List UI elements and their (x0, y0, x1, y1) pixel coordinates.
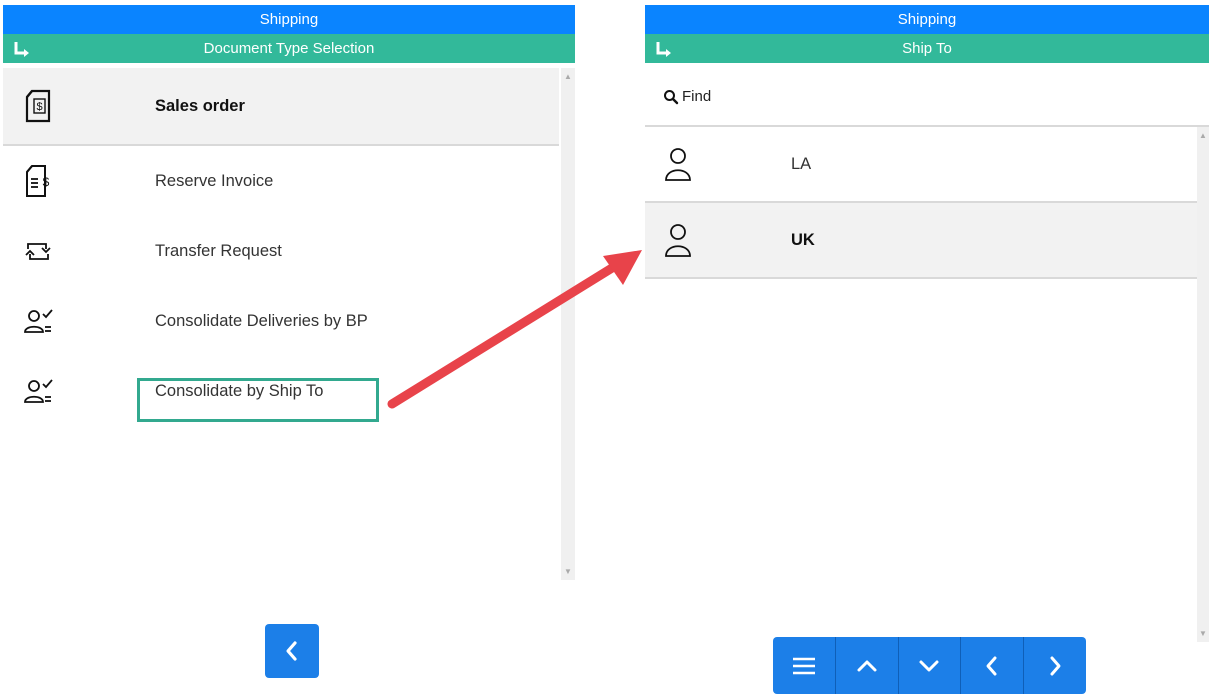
vertical-scrollbar[interactable]: ▲ ▼ (561, 68, 575, 580)
navigation-toolbar (773, 637, 1086, 694)
list-item-uk[interactable]: UK (645, 203, 1197, 279)
list-item-label: Sales order (155, 96, 245, 115)
list-item-label: LA (791, 154, 812, 173)
screen-title: Document Type Selection (203, 40, 375, 57)
return-arrow-icon[interactable] (654, 34, 674, 63)
find-field[interactable]: Find (645, 68, 1209, 127)
list-item-consolidate-deliveries-bp[interactable]: Consolidate Deliveries by BP (3, 286, 559, 356)
document-type-screen: Shipping Document Type Selection $ Sales… (3, 5, 575, 580)
list-item-label: Transfer Request (155, 241, 282, 260)
app-title-bar: Shipping (3, 5, 575, 34)
app-title: Shipping (897, 11, 957, 28)
screen-title: Ship To (902, 40, 952, 57)
ship-to-list: LA UK (645, 127, 1197, 642)
list-item-reserve-invoice[interactable]: $ Reserve Invoice (3, 146, 559, 216)
chevron-left-icon (286, 641, 297, 661)
scroll-down-arrow-icon[interactable]: ▼ (1197, 629, 1209, 638)
document-type-list: $ Sales order $ Reserve Invoice Transfer… (3, 68, 559, 580)
list-item-label: UK (791, 230, 815, 249)
document-dollar-icon: $ (25, 89, 51, 123)
chevron-right-icon (1050, 656, 1061, 675)
screen-header: Ship To (645, 34, 1209, 63)
move-down-button[interactable] (899, 637, 962, 694)
find-label: Find (682, 88, 712, 105)
list-item-transfer-request[interactable]: Transfer Request (3, 216, 559, 286)
highlight-box (137, 378, 379, 422)
list-item-label: Consolidate Deliveries by BP (155, 311, 368, 330)
ship-to-screen: Shipping Ship To Find LA UK ▲ ▼ (645, 5, 1209, 642)
user-check-icon (24, 309, 53, 333)
chevron-left-icon (986, 656, 997, 675)
chevron-up-icon (857, 660, 877, 671)
return-arrow-icon[interactable] (12, 34, 32, 63)
app-title: Shipping (259, 11, 319, 28)
scroll-up-arrow-icon[interactable]: ▲ (561, 72, 575, 81)
svg-text:$: $ (43, 175, 50, 189)
scroll-down-arrow-icon[interactable]: ▼ (561, 567, 575, 576)
list-item-sales-order[interactable]: $ Sales order (3, 68, 559, 146)
scroll-up-arrow-icon[interactable]: ▲ (1197, 131, 1209, 140)
screen-header: Document Type Selection (3, 34, 575, 63)
next-button[interactable] (1024, 637, 1086, 694)
user-check-icon (24, 379, 53, 403)
list-item-label: Reserve Invoice (155, 171, 274, 190)
transfer-icon (25, 243, 51, 260)
menu-button[interactable] (773, 637, 836, 694)
svg-text:$: $ (36, 101, 42, 113)
app-title-bar: Shipping (645, 5, 1209, 34)
search-icon (664, 89, 679, 104)
chevron-down-icon (919, 660, 939, 671)
back-button[interactable] (265, 624, 319, 678)
menu-icon (792, 657, 815, 674)
vertical-scrollbar[interactable]: ▲ ▼ (1197, 127, 1209, 642)
move-up-button[interactable] (836, 637, 899, 694)
user-icon (665, 148, 691, 181)
user-icon (665, 224, 691, 257)
previous-button[interactable] (961, 637, 1025, 694)
list-item-la[interactable]: LA (645, 127, 1197, 203)
invoice-dollar-icon: $ (26, 165, 50, 197)
